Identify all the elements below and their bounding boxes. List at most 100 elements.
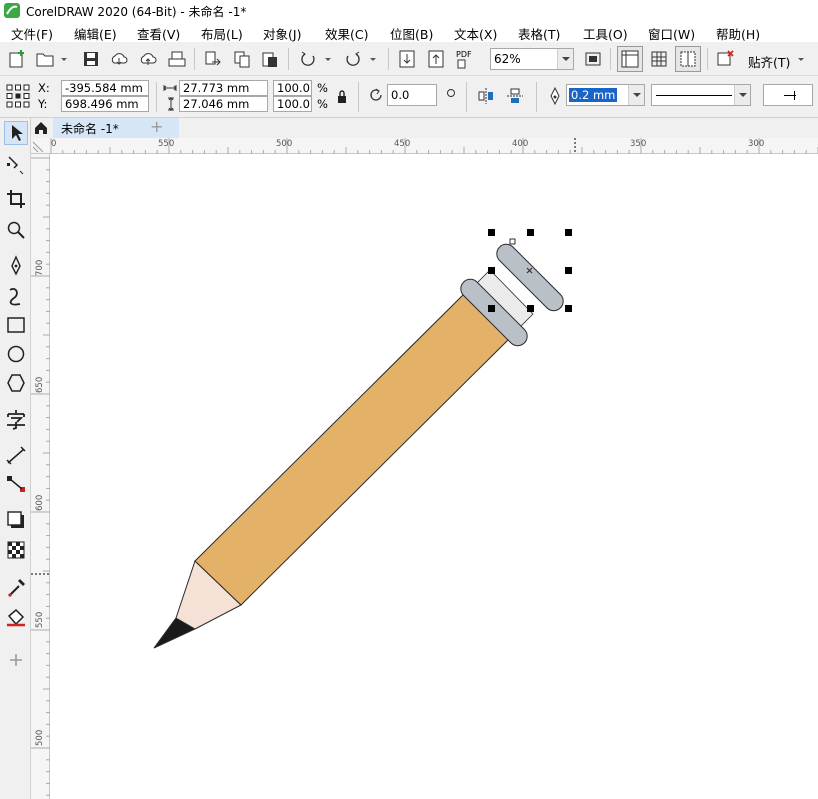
outline-width-dropdown[interactable] — [628, 85, 644, 105]
dimension-tool[interactable] — [4, 444, 28, 468]
zoom-dropdown-button[interactable] — [557, 49, 573, 69]
crop-tool[interactable] — [4, 187, 28, 211]
publish-pdf-button[interactable]: PDF — [455, 50, 477, 70]
selection-handle[interactable] — [527, 229, 534, 236]
home-icon[interactable] — [33, 120, 49, 136]
ruler-label: 650 — [35, 376, 45, 393]
interactive-fill-tool[interactable] — [4, 606, 28, 630]
connector-tool[interactable] — [4, 472, 28, 496]
grid-icon[interactable] — [648, 48, 670, 70]
zoom-level-select[interactable]: 62% — [490, 48, 574, 70]
new-document-icon[interactable] — [6, 48, 28, 70]
transparency-tool[interactable] — [4, 538, 28, 562]
menu-object[interactable]: 对象(J) — [263, 24, 301, 43]
undo-icon[interactable] — [297, 48, 319, 70]
freehand-tool[interactable] — [4, 254, 28, 278]
chevron-down-icon[interactable] — [323, 56, 333, 64]
ruler-label: 600 — [35, 494, 45, 511]
copy-icon[interactable] — [231, 48, 253, 70]
eyedropper-tool[interactable] — [4, 576, 28, 600]
import-arrow-icon[interactable] — [396, 48, 418, 70]
height-field[interactable]: 27.046 mm — [179, 96, 268, 112]
line-style-dropdown[interactable] — [734, 85, 750, 105]
print-icon[interactable] — [166, 48, 188, 70]
cloud-download-icon[interactable] — [108, 48, 130, 70]
menu-table[interactable]: 表格(T) — [518, 24, 560, 43]
mirror-vertical-icon[interactable] — [505, 86, 525, 106]
menu-edit[interactable]: 编辑(E) — [74, 24, 117, 43]
menu-file[interactable]: 文件(F) — [11, 24, 53, 43]
node-marker[interactable] — [509, 238, 516, 245]
ruler-label: 500 — [35, 729, 45, 746]
width-field[interactable]: 27.773 mm — [179, 80, 268, 96]
outline-pen-icon[interactable] — [547, 86, 563, 106]
drawing-canvas[interactable] — [50, 154, 818, 799]
rotation-angle-field[interactable]: 0.0 — [387, 84, 437, 106]
shape-tool[interactable] — [4, 153, 28, 177]
horizontal-ruler[interactable]: 0 550 500 450 400 350 300 — [31, 138, 818, 154]
scale-height-field[interactable]: 100.0 — [273, 96, 312, 112]
menu-help[interactable]: 帮助(H) — [716, 24, 760, 43]
menu-layout[interactable]: 布局(L) — [201, 24, 243, 43]
selection-handle[interactable] — [488, 229, 495, 236]
paint-bucket-icon — [7, 608, 25, 627]
export-arrow-icon[interactable] — [425, 48, 447, 70]
menu-window[interactable]: 窗口(W) — [648, 24, 695, 43]
menu-bitmaps[interactable]: 位图(B) — [390, 24, 433, 43]
lock-ratio-icon[interactable] — [336, 88, 348, 104]
menu-view[interactable]: 查看(V) — [137, 24, 180, 43]
zoom-tool[interactable] — [4, 218, 28, 242]
chevron-down-icon[interactable] — [368, 56, 378, 64]
add-tool[interactable] — [4, 648, 28, 672]
mirror-horizontal-icon[interactable] — [476, 86, 496, 106]
dimension-line-icon — [6, 446, 26, 465]
open-folder-icon[interactable] — [34, 48, 56, 70]
import-icon[interactable] — [202, 48, 224, 70]
menu-effects[interactable]: 效果(C) — [325, 24, 368, 43]
selection-handle[interactable] — [565, 229, 572, 236]
y-position-field[interactable]: 698.496 mm — [61, 96, 149, 112]
polygon-tool[interactable] — [4, 371, 28, 395]
artistic-media-tool[interactable] — [4, 284, 28, 308]
snap-off-icon[interactable] — [714, 48, 736, 70]
selection-handle[interactable] — [488, 305, 495, 312]
zoom-to-page-icon[interactable] — [582, 48, 604, 70]
outline-width-select[interactable]: 0.2 mm — [566, 84, 645, 106]
chevron-down-icon[interactable] — [59, 56, 69, 64]
pick-tool[interactable] — [4, 121, 28, 145]
paste-icon[interactable] — [259, 48, 281, 70]
menu-text[interactable]: 文本(X) — [454, 24, 497, 43]
drop-shadow-tool[interactable] — [4, 508, 28, 532]
reference-point-icon[interactable] — [6, 84, 30, 108]
ellipse-tool[interactable] — [4, 342, 28, 366]
zoom-level-value: 62% — [494, 52, 521, 66]
x-position-field[interactable]: -395.584 mm — [61, 80, 149, 96]
show-guidelines-toggle[interactable] — [675, 46, 701, 72]
add-document-tab-button[interactable]: + — [150, 117, 163, 136]
scale-width-field[interactable]: 100.0 — [273, 80, 312, 96]
ellipse-icon — [7, 345, 25, 363]
pencil-body[interactable] — [194, 293, 511, 606]
width-icon — [163, 85, 177, 91]
menu-tools[interactable]: 工具(O) — [583, 24, 628, 43]
outline-width-value: 0.2 mm — [569, 88, 618, 102]
chevron-down-icon[interactable] — [796, 56, 806, 64]
save-icon[interactable] — [80, 48, 102, 70]
brush-stroke-icon — [9, 288, 21, 306]
percent-label: % — [317, 81, 328, 95]
selection-handle[interactable] — [565, 305, 572, 312]
selection-handle[interactable] — [488, 267, 495, 274]
toolbox — [0, 118, 31, 799]
redo-icon[interactable] — [342, 48, 364, 70]
line-style-select[interactable] — [651, 84, 751, 106]
title-bar: CorelDRAW 2020 (64-Bit) - 未命名 -1* — [0, 0, 818, 21]
rectangle-tool[interactable] — [4, 313, 28, 337]
selection-handle[interactable] — [527, 305, 534, 312]
text-tool[interactable] — [4, 408, 28, 432]
start-arrowhead-select[interactable] — [763, 84, 813, 106]
vertical-ruler[interactable]: 700 650 600 550 500 — [31, 154, 50, 799]
cloud-upload-icon[interactable] — [137, 48, 159, 70]
selection-handle[interactable] — [565, 267, 572, 274]
snap-to-button[interactable]: 贴齐(T) — [748, 52, 790, 71]
show-rulers-toggle[interactable] — [617, 46, 643, 72]
